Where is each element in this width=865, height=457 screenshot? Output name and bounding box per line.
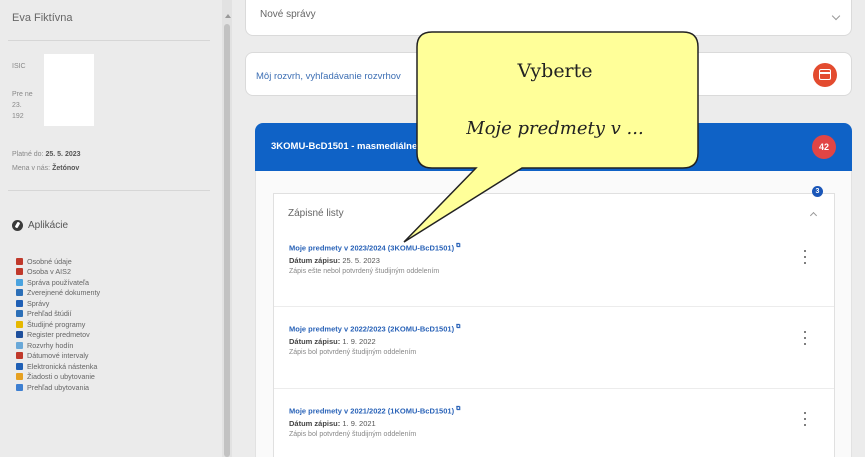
callout-title: Vyberte [517, 60, 593, 82]
callout-text: Moje predmety v ... [466, 118, 644, 139]
